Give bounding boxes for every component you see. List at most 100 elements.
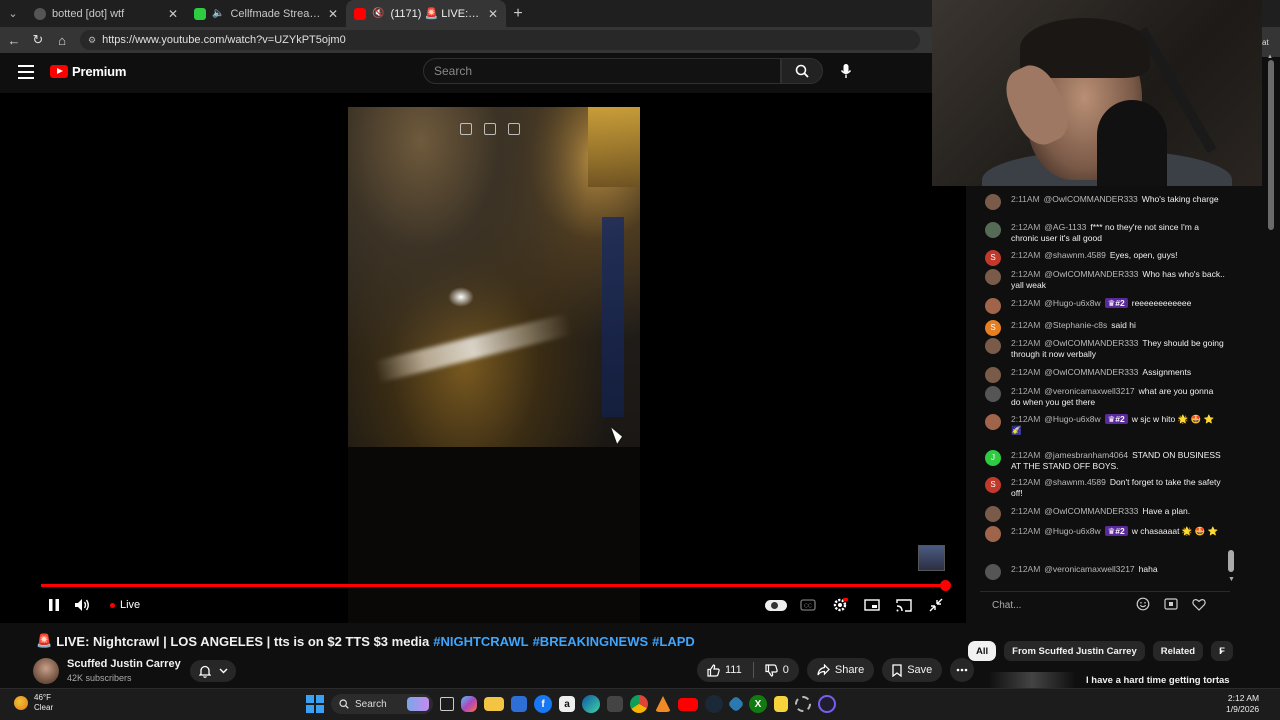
youtube-app-icon[interactable] <box>678 697 698 711</box>
chat-author-name[interactable]: @OwlCOMMANDER333 <box>1044 194 1138 204</box>
dislike-count[interactable]: 0 <box>783 664 789 676</box>
captions-button[interactable]: CC <box>794 592 822 618</box>
live-video-frame[interactable] <box>348 107 640 623</box>
chrome-icon[interactable] <box>630 695 648 713</box>
chat-author-avatar[interactable] <box>985 414 1001 430</box>
progress-bar[interactable] <box>41 584 946 587</box>
settings-app-icon[interactable] <box>795 696 811 712</box>
amazon-icon[interactable]: a <box>559 696 575 712</box>
hashtag-link[interactable]: #LAPD <box>652 634 695 649</box>
channel-name[interactable]: Scuffed Justin Carrey <box>67 658 181 670</box>
search-button[interactable] <box>781 58 823 84</box>
chip-related[interactable]: Related <box>1152 641 1204 661</box>
menu-icon[interactable] <box>18 65 34 79</box>
recommended-title[interactable]: I have a hard time getting tortas <box>1086 675 1230 686</box>
back-arrow-icon[interactable]: ← <box>4 30 24 50</box>
chat-author-avatar[interactable] <box>985 222 1001 238</box>
heart-icon[interactable] <box>1191 596 1207 612</box>
volume-button[interactable] <box>68 592 96 618</box>
chat-author-name[interactable]: @AG-1133 <box>1044 222 1086 232</box>
chat-author-name[interactable]: @OwlCOMMANDER333 <box>1044 269 1138 279</box>
vlc-icon[interactable] <box>655 696 671 712</box>
chat-author-avatar[interactable]: S <box>985 320 1001 336</box>
chip-all[interactable]: All <box>968 641 997 661</box>
app-icon[interactable] <box>727 695 745 713</box>
muted-speaker-icon[interactable]: 🔇 <box>372 8 384 19</box>
channel-watermark[interactable] <box>918 545 945 571</box>
site-info-icon[interactable]: ⚙ <box>88 35 96 46</box>
scroll-down-arrow-icon[interactable]: ▼ <box>1228 576 1235 583</box>
edge-icon[interactable] <box>582 695 600 713</box>
notification-bell-button[interactable] <box>190 660 236 682</box>
close-icon[interactable]: ✕ <box>168 7 178 21</box>
chat-author-name[interactable]: @jamesbranham4064 <box>1044 450 1128 460</box>
progress-scrubber[interactable] <box>940 580 951 591</box>
chat-author-avatar[interactable] <box>985 194 1001 210</box>
like-count[interactable]: 111 <box>725 664 742 676</box>
file-explorer-icon[interactable] <box>484 697 504 711</box>
speaker-icon[interactable]: 🔈 <box>212 8 224 19</box>
copilot-icon[interactable] <box>461 696 477 712</box>
fullscreen-button[interactable] <box>922 592 950 618</box>
chat-author-name[interactable]: @OwlCOMMANDER333 <box>1044 338 1138 348</box>
chat-author-avatar[interactable] <box>985 506 1001 522</box>
facebook-icon[interactable]: f <box>534 695 552 713</box>
chat-author-avatar[interactable]: J <box>985 450 1001 466</box>
close-icon[interactable]: ✕ <box>488 7 498 21</box>
chat-input[interactable]: Chat... <box>984 596 1134 614</box>
store-icon[interactable] <box>511 696 527 712</box>
chip-from-channel[interactable]: From Scuffed Justin Carrey <box>1004 641 1145 661</box>
channel-avatar[interactable] <box>33 658 59 684</box>
live-label[interactable]: Live <box>120 599 140 611</box>
chat-author-name[interactable]: @OwlCOMMANDER333 <box>1044 367 1138 377</box>
chat-author-name[interactable]: @shawnm.4589 <box>1044 477 1106 487</box>
chat-author-name[interactable]: @Hugo-u6x8w <box>1044 298 1100 308</box>
chat-author-name[interactable]: @shawnm.4589 <box>1044 250 1106 260</box>
taskbar-search[interactable]: Search <box>331 694 433 714</box>
video-player[interactable] <box>0 93 966 623</box>
cast-button[interactable] <box>890 592 918 618</box>
chat-author-avatar[interactable] <box>985 298 1001 314</box>
chat-author-name[interactable]: @veronicamaxwell3217 <box>1044 386 1134 396</box>
chat-author-name[interactable]: @veronicamaxwell3217 <box>1044 564 1134 574</box>
save-button[interactable]: Save <box>882 658 943 682</box>
settings-button[interactable] <box>826 592 854 618</box>
chat-author-avatar[interactable] <box>985 338 1001 354</box>
chevron-right-icon[interactable]: › <box>1212 642 1230 660</box>
voice-search-button[interactable] <box>832 57 860 85</box>
share-button[interactable]: Share <box>806 658 875 682</box>
chat-author-avatar[interactable] <box>985 269 1001 285</box>
tab-search-chevron-icon[interactable]: ⌄ <box>0 0 26 27</box>
pause-button[interactable] <box>40 592 68 618</box>
hashtag-link[interactable]: #BREAKINGNEWS <box>533 634 649 649</box>
address-bar[interactable]: ⚙ https://www.youtube.com/watch?v=UZYkPT… <box>80 30 920 50</box>
thumbs-up-icon[interactable] <box>707 663 720 677</box>
browser-tab-youtube[interactable]: 🔇 (1171) 🚨 LIVE: Nightcrawl | L... ✕ <box>346 0 506 27</box>
chat-author-avatar[interactable] <box>985 564 1001 580</box>
chat-author-avatar[interactable] <box>985 367 1001 383</box>
reload-icon[interactable]: ↻ <box>28 30 48 50</box>
chat-scrollbar[interactable] <box>1228 550 1234 572</box>
system-clock[interactable]: 2:12 AM 1/9/2026 <box>1226 693 1259 715</box>
notes-app-icon[interactable] <box>774 696 788 712</box>
recommended-video[interactable]: I have a hard time getting tortas <box>990 672 1240 688</box>
youtube-logo[interactable]: Premium <box>50 64 126 79</box>
notes-icon[interactable] <box>484 123 496 135</box>
search-input[interactable]: Search <box>423 58 781 84</box>
page-scrollbar[interactable] <box>1268 60 1274 230</box>
close-icon[interactable]: ✕ <box>328 7 338 21</box>
super-chat-icon[interactable] <box>1163 596 1179 612</box>
home-icon[interactable]: ⌂ <box>52 30 72 50</box>
browser-tab-botted[interactable]: botted [dot] wtf ✕ <box>26 0 186 27</box>
chat-author-avatar[interactable] <box>985 526 1001 542</box>
xbox-icon[interactable]: X <box>749 695 767 713</box>
chat-author-avatar[interactable]: S <box>985 250 1001 266</box>
chat-author-avatar[interactable]: S <box>985 477 1001 493</box>
picture-in-picture-icon[interactable] <box>460 123 472 135</box>
chat-author-avatar[interactable] <box>985 386 1001 402</box>
steam-icon[interactable] <box>705 695 723 713</box>
calculator-icon[interactable] <box>607 696 623 712</box>
chat-author-name[interactable]: @Stephanie-c8s <box>1044 320 1107 330</box>
new-tab-plus-icon[interactable]: + <box>506 0 530 27</box>
chat-author-name[interactable]: @Hugo-u6x8w <box>1044 414 1100 424</box>
